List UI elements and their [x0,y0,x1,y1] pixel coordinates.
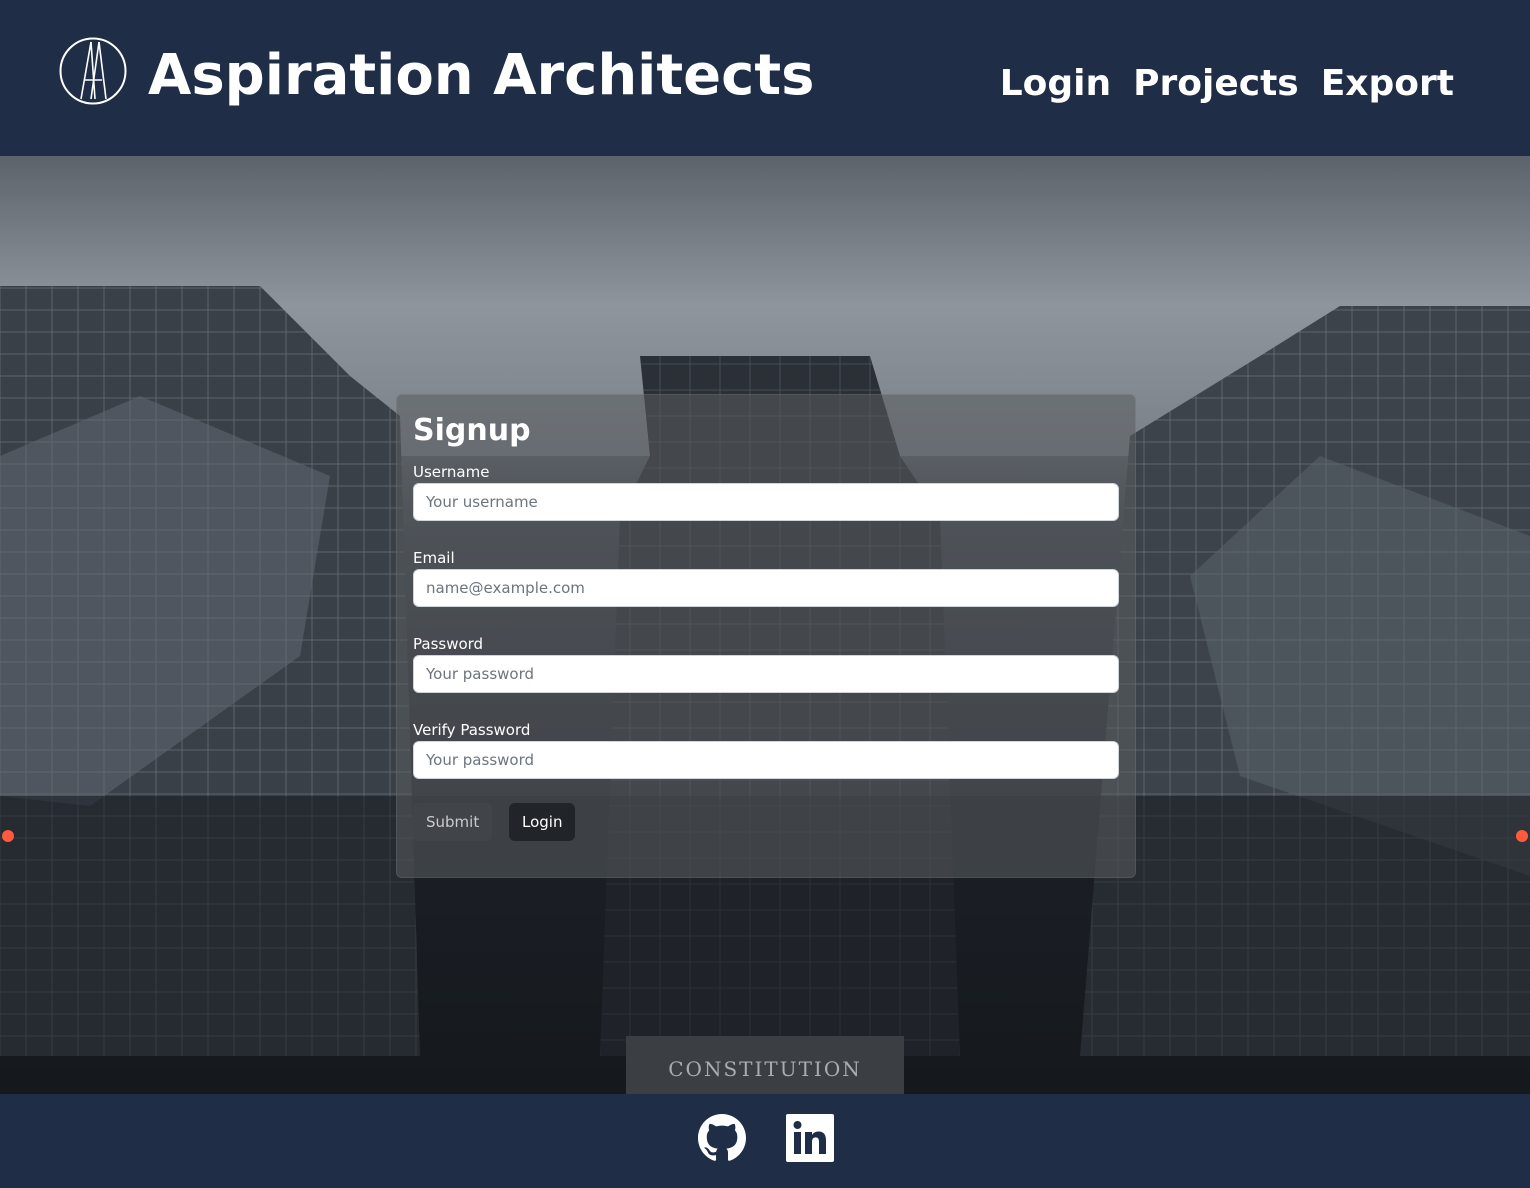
nav-projects-link[interactable]: Projects [1133,60,1299,108]
username-input[interactable] [413,483,1119,521]
site-title: Aspiration Architects [148,43,815,108]
site-footer [0,1094,1530,1188]
github-icon[interactable] [698,1114,746,1162]
login-button[interactable]: Login [509,803,576,841]
aa-monogram-logo[interactable] [58,36,128,106]
main-nav: Login Projects Export [1000,60,1454,108]
email-input[interactable] [413,569,1119,607]
linkedin-icon[interactable] [786,1114,834,1162]
hero-section: CONSTITUTION Signup Username Email Passw… [0,156,1530,1094]
password-label: Password [413,635,484,653]
signup-title: Signup [413,413,531,448]
verify-password-label: Verify Password [413,721,531,739]
nav-login-link[interactable]: Login [1000,60,1111,108]
username-label: Username [413,463,490,481]
submit-button[interactable]: Submit [413,803,493,841]
password-input[interactable] [413,655,1119,693]
email-label: Email [413,549,455,567]
site-header: Aspiration Architects Login Projects Exp… [0,0,1530,156]
verify-password-input[interactable] [413,741,1119,779]
nav-export-link[interactable]: Export [1321,60,1454,108]
svg-text:CONSTITUTION: CONSTITUTION [668,1057,861,1081]
signup-card: Signup Username Email Password Verify Pa… [396,394,1136,878]
